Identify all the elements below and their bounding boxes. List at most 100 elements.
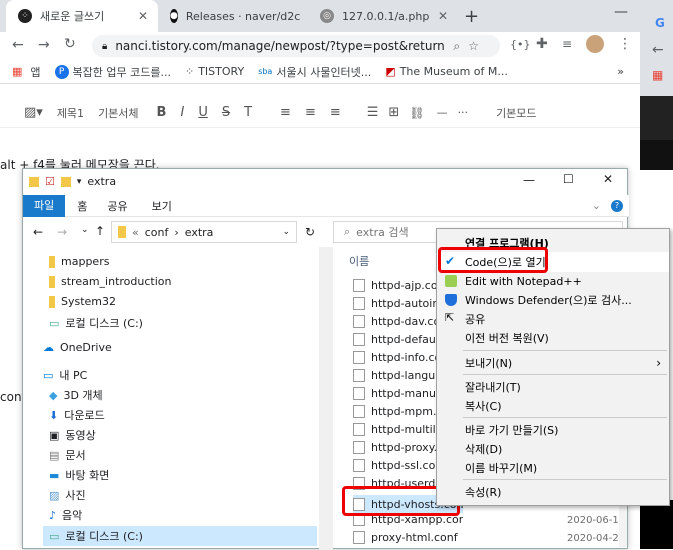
avatar[interactable]: [586, 35, 604, 53]
checkbox-icon[interactable]: ☑: [45, 175, 55, 188]
ribbon-tab-home[interactable]: 홈: [77, 198, 87, 214]
menu-item-notepad[interactable]: Edit with Notepad++: [437, 271, 669, 291]
minimize-icon[interactable]: —: [523, 173, 535, 187]
font-select[interactable]: 기본서체: [98, 105, 138, 121]
menu-separator: [463, 417, 667, 418]
mode-select[interactable]: 기본모드: [496, 105, 536, 121]
bookmark-item[interactable]: 복잡한 업무 코드를...: [73, 64, 171, 80]
column-header-name[interactable]: 이름: [349, 253, 369, 269]
folder-icon: [118, 226, 126, 238]
heading-select[interactable]: 제목1: [57, 105, 84, 121]
star-icon[interactable]: ☆: [468, 39, 479, 53]
bookmark-item[interactable]: 서울시 사물인터넷...: [276, 64, 371, 80]
tree-item[interactable]: stream_introduction: [49, 275, 171, 288]
breadcrumb-extra[interactable]: extra: [185, 226, 214, 239]
address-bar[interactable]: « conf › extra ⌄: [111, 221, 297, 243]
back-arrow-icon[interactable]: ←: [12, 37, 24, 53]
tree-label: 내 PC: [59, 369, 88, 382]
breadcrumb-conf[interactable]: conf: [145, 226, 169, 239]
align-right-icon[interactable]: ≡: [330, 105, 341, 120]
ribbon-tab-file[interactable]: 파일: [23, 194, 66, 217]
menu-item-copy[interactable]: 복사(C): [437, 396, 669, 416]
tab-releases[interactable]: ● Releases · naver/d2c ✕: [158, 0, 308, 32]
forward-arrow-icon[interactable]: →: [38, 37, 50, 53]
tab-title: 새로운 글쓰기: [40, 10, 105, 23]
align-center-icon[interactable]: ≡: [305, 105, 316, 120]
back-arrow-icon[interactable]: ←: [33, 225, 43, 239]
close-icon[interactable]: ✕: [603, 172, 613, 186]
menu-item-rename[interactable]: 이름 바꾸기(M): [437, 458, 669, 478]
chevron-right-icon: ›: [656, 356, 661, 370]
menu-item-share[interactable]: ⇱ 공유: [437, 309, 669, 329]
image-icon[interactable]: ▨▾: [24, 105, 43, 120]
reload-icon[interactable]: ↻: [64, 36, 76, 52]
more-icon[interactable]: ···: [458, 106, 469, 119]
close-tab-icon[interactable]: ✕: [438, 9, 448, 23]
tree-item[interactable]: ▭ 로컬 디스크 (C:): [49, 315, 143, 331]
apps-icon[interactable]: ▦: [12, 65, 22, 78]
menu-item-restore[interactable]: 이전 버전 복원(V): [437, 328, 669, 348]
tab-new-post[interactable]: ⁘ 새로운 글쓰기 ✕: [6, 0, 158, 32]
highlight-open-with-code: [438, 247, 548, 273]
minimize-window-icon[interactable]: —: [614, 4, 628, 20]
new-tab-button[interactable]: +: [464, 6, 479, 27]
more-bookmarks[interactable]: »: [617, 65, 624, 78]
tree-item[interactable]: System32: [49, 295, 116, 308]
bold-button[interactable]: B: [157, 105, 167, 120]
tree-item[interactable]: ▭ 내 PC: [43, 367, 87, 383]
table-icon[interactable]: ⊞: [388, 105, 399, 120]
dropdown-icon[interactable]: ▾: [77, 177, 82, 187]
italic-button[interactable]: I: [180, 105, 184, 120]
tree-item[interactable]: mappers: [49, 255, 109, 268]
extension-icon[interactable]: {•}: [510, 38, 531, 51]
tree-item[interactable]: ◆ 3D 개체: [49, 387, 103, 403]
list-icon[interactable]: ☰: [367, 105, 379, 120]
chevron-down-icon[interactable]: ⌄: [282, 227, 290, 237]
tree-item[interactable]: ▤ 문서: [49, 447, 86, 463]
help-icon[interactable]: ?: [611, 199, 623, 212]
maximize-icon[interactable]: ☐: [563, 172, 574, 186]
strike-button[interactable]: S: [222, 105, 230, 120]
puzzle-icon[interactable]: ✚: [536, 36, 548, 52]
menu-item-create-shortcut[interactable]: 바로 가기 만들기(S): [437, 420, 669, 440]
align-left-icon[interactable]: ≡: [280, 105, 291, 120]
menu-icon[interactable]: ⋮: [618, 36, 632, 52]
recent-dropdown-icon[interactable]: ⌄: [81, 225, 89, 235]
menu-item-defender[interactable]: Windows Defender(으)로 검사...: [437, 290, 669, 310]
menu-item-delete[interactable]: 삭제(D): [437, 439, 669, 459]
close-tab-icon[interactable]: ✕: [138, 9, 148, 23]
up-arrow-icon[interactable]: ↑: [95, 224, 105, 238]
link-icon[interactable]: ⛓: [409, 106, 424, 120]
google-icon: G: [655, 16, 665, 30]
playlist-icon[interactable]: ≡: [562, 37, 572, 51]
ribbon-tab-share[interactable]: 공유: [107, 198, 127, 214]
lock-icon: 🔒︎: [102, 40, 108, 52]
tree-item[interactable]: ▨ 사진: [49, 487, 86, 503]
tree-item[interactable]: ♪ 음악: [49, 507, 82, 523]
underline-button[interactable]: U: [198, 105, 208, 120]
nav-scrollbar[interactable]: [319, 247, 333, 550]
expand-ribbon-icon[interactable]: ⌄: [592, 199, 601, 212]
tree-item[interactable]: ⬇ 다운로드: [49, 407, 105, 423]
forward-arrow-icon[interactable]: →: [57, 225, 67, 239]
tab-localhost[interactable]: ◎ 127.0.0.1/a.php ✕: [308, 0, 458, 32]
zoom-icon[interactable]: ⌕: [453, 39, 460, 54]
bookmark-item[interactable]: The Museum of M...: [400, 65, 508, 78]
bookmark-item[interactable]: TISTORY: [198, 65, 244, 78]
file-row[interactable]: proxy-html.conf: [353, 531, 463, 544]
bookmark-apps[interactable]: 앱: [30, 64, 40, 80]
tree-item[interactable]: ▣ 동영상: [49, 427, 96, 443]
back-arrow-icon[interactable]: ←: [652, 42, 664, 58]
menu-item-properties[interactable]: 속성(R): [437, 482, 669, 502]
refresh-icon[interactable]: ↻: [305, 225, 315, 239]
menu-item-cut[interactable]: 잘라내기(T): [437, 377, 669, 397]
menu-item-send-to[interactable]: 보내기(N) ›: [437, 353, 669, 373]
ribbon-tab-view[interactable]: 보기: [152, 198, 172, 214]
address-bar[interactable]: 🔒︎ nanci.tistory.com/manage/newpost/?typ…: [92, 35, 500, 57]
tree-item[interactable]: ▬ 바탕 화면: [49, 467, 109, 483]
text-color-button[interactable]: T: [244, 105, 252, 120]
tree-label: 동영상: [65, 429, 96, 442]
more-icon[interactable]: —: [437, 106, 448, 119]
tree-item[interactable]: ☁ OneDrive: [43, 341, 112, 354]
tree-item-selected[interactable]: ▭ 로컬 디스크 (C:): [43, 526, 317, 546]
